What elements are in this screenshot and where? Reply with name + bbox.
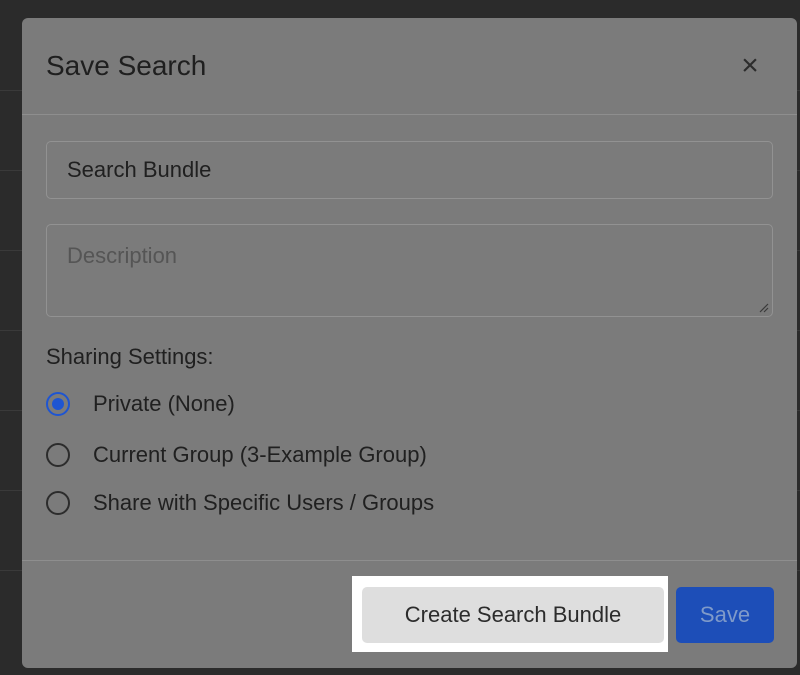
search-name-value: Search Bundle (67, 157, 212, 182)
create-search-bundle-button[interactable]: Create Search Bundle (362, 587, 664, 643)
search-name-field[interactable]: Search Bundle (46, 141, 773, 199)
sharing-option-label: Current Group (3-Example Group) (93, 442, 427, 467)
radio-unchecked-icon[interactable] (46, 443, 70, 467)
footer-divider (22, 560, 797, 561)
radio-unchecked-icon[interactable] (46, 491, 70, 515)
sharing-option-current-group[interactable]: Current Group (3-Example Group) (46, 440, 427, 470)
sharing-option-label: Private (None) (93, 391, 235, 416)
resize-grip-icon[interactable] (759, 303, 769, 313)
close-icon[interactable]: × (734, 50, 766, 82)
sharing-option-private[interactable]: Private (None) (46, 389, 235, 419)
save-button[interactable]: Save (676, 587, 774, 643)
modal-header: Save Search × (22, 18, 797, 115)
radio-checked-icon[interactable] (46, 392, 70, 416)
modal-title: Save Search (46, 50, 207, 81)
save-search-modal: Save Search × Search Bundle Description … (22, 18, 797, 668)
description-field[interactable]: Description (46, 224, 773, 317)
description-placeholder: Description (67, 243, 178, 268)
sharing-settings-label: Sharing Settings: (46, 344, 214, 369)
sharing-option-label: Share with Specific Users / Groups (93, 490, 435, 515)
sharing-option-specific-users[interactable]: Share with Specific Users / Groups (46, 488, 434, 518)
